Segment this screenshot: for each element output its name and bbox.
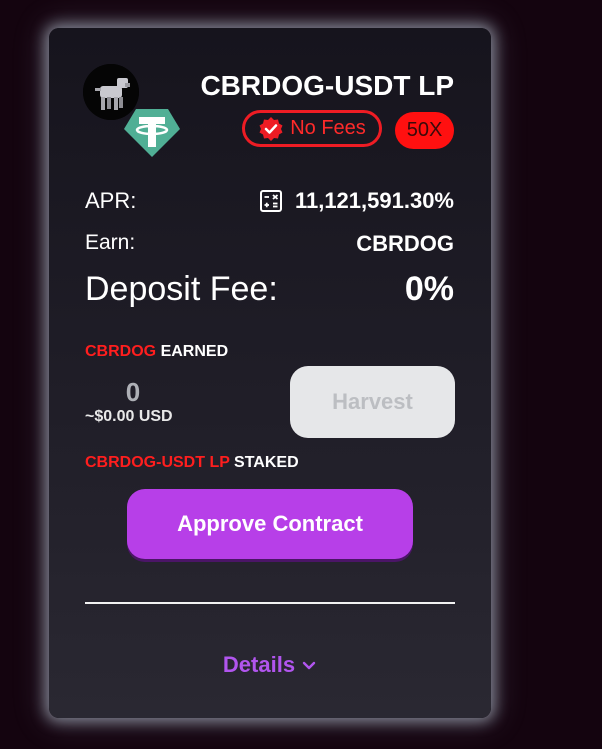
staked-suffix: STAKED <box>234 454 299 471</box>
earn-label: Earn: <box>85 231 136 254</box>
farm-title: CBRDOG-USDT LP <box>200 70 454 101</box>
multiplier-badge: 50X <box>395 112 454 149</box>
apr-label: APR: <box>85 188 137 213</box>
details-toggle[interactable]: Details <box>49 652 491 678</box>
calculator-icon[interactable] <box>259 189 283 213</box>
earned-usd: ~$0.00 USD <box>85 408 173 425</box>
harvest-button[interactable]: Harvest <box>290 366 455 438</box>
chevron-down-icon <box>301 657 317 673</box>
staked-heading: CBRDOG-USDT LP STAKED <box>85 454 299 472</box>
staked-token: CBRDOG-USDT LP <box>85 454 230 471</box>
divider <box>85 602 455 604</box>
verified-check-icon <box>258 116 284 142</box>
deposit-fee-label: Deposit Fee: <box>85 270 278 308</box>
earned-amount: 0 <box>125 377 141 407</box>
earned-suffix: EARNED <box>160 343 229 360</box>
tether-icon <box>122 103 182 163</box>
earn-value: CBRDOG <box>356 231 454 256</box>
earned-token: CBRDOG <box>85 343 157 360</box>
no-fees-badge: No Fees <box>242 110 382 147</box>
apr-value-group: 11,121,591.30% <box>259 188 454 214</box>
deposit-fee-value: 0% <box>404 270 454 308</box>
earned-heading: CBRDOG EARNED <box>85 343 228 361</box>
apr-value: 11,121,591.30% <box>294 188 454 213</box>
no-fees-label: No Fees <box>290 117 366 139</box>
approve-contract-button[interactable]: Approve Contract <box>127 489 413 559</box>
details-label: Details <box>222 652 296 677</box>
farm-card: CBRDOG-USDT LP No Fees 50X APR: 11,121,5… <box>49 28 491 718</box>
